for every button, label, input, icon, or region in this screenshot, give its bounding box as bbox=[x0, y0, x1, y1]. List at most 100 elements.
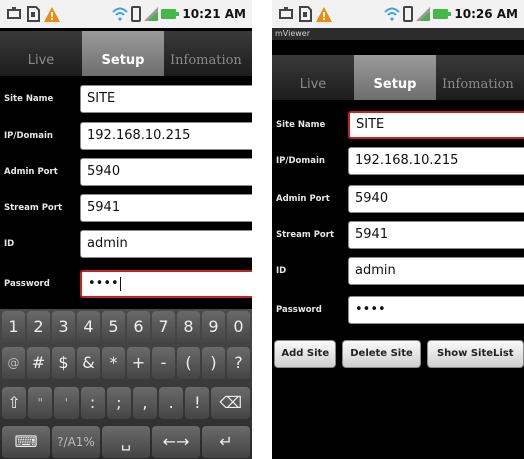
ip-domain-label: IP/Domain bbox=[4, 131, 53, 141]
key-6[interactable]: 6 bbox=[127, 311, 150, 343]
key-7[interactable]: 7 bbox=[152, 311, 175, 343]
id-input[interactable]: admin bbox=[80, 230, 252, 258]
key-dollar[interactable]: $ bbox=[52, 347, 75, 379]
password-label: Password bbox=[276, 305, 322, 315]
key-double-quote[interactable]: " bbox=[28, 387, 53, 419]
backspace-key-icon[interactable]: ⌫ bbox=[211, 387, 251, 419]
keyboard-row-symbols: @ # $ & * + - ( ) ? bbox=[2, 347, 250, 379]
key-mode-switch[interactable]: ?/A1% bbox=[52, 426, 100, 458]
id-row: ID admin bbox=[0, 229, 252, 259]
key-asterisk[interactable]: * bbox=[102, 347, 125, 379]
site-actions: Add Site Delete Site Show SiteList bbox=[274, 340, 524, 368]
id-input[interactable]: admin bbox=[348, 257, 524, 285]
key-3[interactable]: 3 bbox=[52, 311, 75, 343]
admin-port-row: Admin Port 5940 bbox=[0, 157, 252, 187]
show-sitelist-button[interactable]: Show SiteList bbox=[426, 340, 524, 368]
shift-key-icon[interactable]: ⇧ bbox=[2, 387, 27, 419]
key-colon[interactable]: : bbox=[80, 387, 105, 419]
key-8[interactable]: 8 bbox=[177, 311, 200, 343]
keyboard-row-punct: ⇧ " ' : ; , . ! ⌫ bbox=[2, 387, 251, 419]
key-open-paren[interactable]: ( bbox=[177, 347, 200, 379]
tab-bar: Live Setup Infomation bbox=[272, 55, 524, 100]
stream-port-row: Stream Port 5941 bbox=[272, 220, 524, 250]
site-name-label: Site Name bbox=[4, 94, 54, 104]
tab-setup[interactable]: Setup bbox=[354, 55, 436, 100]
key-2[interactable]: 2 bbox=[27, 311, 50, 343]
key-ampersand[interactable]: & bbox=[77, 347, 100, 379]
status-time: 10:21 AM bbox=[182, 7, 246, 21]
cursor-arrows-key[interactable]: ←→ bbox=[152, 426, 200, 458]
keyboard-settings-icon[interactable]: ⌨ bbox=[2, 426, 50, 458]
ip-domain-input[interactable]: 192.168.10.215 bbox=[80, 122, 252, 150]
password-input[interactable]: •••• bbox=[80, 270, 252, 298]
admin-port-label: Admin Port bbox=[276, 194, 330, 204]
key-close-paren[interactable]: ) bbox=[202, 347, 225, 379]
status-bar: 10:26 AM bbox=[272, 0, 524, 28]
key-minus[interactable]: - bbox=[152, 347, 175, 379]
vibrate-icon bbox=[131, 6, 142, 22]
text-cursor bbox=[119, 276, 121, 291]
tab-live[interactable]: Live bbox=[0, 31, 82, 76]
signal-icon bbox=[416, 7, 431, 21]
admin-port-input[interactable]: 5940 bbox=[348, 185, 524, 213]
keyboard-row-digits: 1 2 3 4 5 6 7 8 9 0 bbox=[2, 311, 250, 343]
usb-icon bbox=[279, 7, 293, 19]
ip-domain-input[interactable]: 192.168.10.215 bbox=[348, 147, 524, 175]
key-period[interactable]: . bbox=[159, 387, 184, 419]
key-4[interactable]: 4 bbox=[77, 311, 100, 343]
delete-site-button[interactable]: Delete Site bbox=[342, 340, 421, 368]
key-0[interactable]: 0 bbox=[227, 311, 250, 343]
password-row: Password •••• bbox=[272, 295, 524, 325]
warning-icon bbox=[44, 6, 60, 22]
tab-bar: Live Setup Infomation bbox=[0, 31, 252, 76]
status-bar: 10:21 AM bbox=[0, 0, 252, 28]
key-plus[interactable]: + bbox=[127, 347, 150, 379]
tab-setup[interactable]: Setup bbox=[82, 31, 164, 76]
tab-infomation[interactable]: Infomation bbox=[164, 31, 252, 76]
app-title-bar: mViewer bbox=[272, 28, 524, 40]
vibrate-icon bbox=[403, 6, 414, 22]
site-name-input[interactable]: SITE bbox=[80, 85, 252, 113]
id-row: ID admin bbox=[272, 256, 524, 286]
key-hash[interactable]: # bbox=[27, 347, 50, 379]
tab-live[interactable]: Live bbox=[272, 55, 354, 100]
site-name-input[interactable]: SITE bbox=[348, 111, 524, 139]
password-input[interactable]: •••• bbox=[348, 296, 524, 324]
key-1[interactable]: 1 bbox=[2, 311, 25, 343]
site-name-row: Site Name SITE bbox=[0, 84, 252, 114]
key-comma[interactable]: , bbox=[132, 387, 158, 419]
signal-icon bbox=[144, 7, 159, 21]
site-name-row: Site Name SITE bbox=[272, 110, 524, 140]
key-semicolon[interactable]: ; bbox=[106, 387, 131, 419]
site-name-label: Site Name bbox=[276, 120, 326, 130]
add-site-button[interactable]: Add Site bbox=[274, 340, 337, 368]
key-at[interactable]: @ bbox=[2, 347, 25, 379]
app-title: mViewer bbox=[275, 29, 310, 38]
admin-port-label: Admin Port bbox=[4, 167, 58, 177]
tab-infomation[interactable]: Infomation bbox=[436, 55, 524, 100]
battery-icon bbox=[433, 9, 452, 19]
enter-key-icon[interactable]: ↵ bbox=[202, 426, 250, 458]
key-9[interactable]: 9 bbox=[202, 311, 225, 343]
keyboard-row-bottom: ⌨ ?/A1% ␣ ←→ ↵ bbox=[2, 426, 250, 458]
space-key[interactable]: ␣ bbox=[102, 426, 150, 458]
key-exclamation[interactable]: ! bbox=[185, 387, 210, 419]
sd-card-icon bbox=[27, 6, 40, 22]
usb-icon bbox=[7, 7, 21, 19]
id-label: ID bbox=[4, 239, 15, 249]
key-5[interactable]: 5 bbox=[102, 311, 125, 343]
warning-icon bbox=[316, 6, 332, 22]
stream-port-label: Stream Port bbox=[276, 230, 335, 240]
stream-port-input[interactable]: 5941 bbox=[348, 221, 524, 249]
ip-domain-row: IP/Domain 192.168.10.215 bbox=[0, 121, 252, 151]
wifi-icon bbox=[384, 7, 401, 21]
stream-port-input[interactable]: 5941 bbox=[80, 194, 252, 222]
key-single-quote[interactable]: ' bbox=[54, 387, 79, 419]
sd-card-icon bbox=[299, 6, 312, 22]
admin-port-input[interactable]: 5940 bbox=[80, 158, 252, 186]
key-question[interactable]: ? bbox=[227, 347, 250, 379]
stream-port-label: Stream Port bbox=[4, 203, 63, 213]
id-label: ID bbox=[276, 266, 287, 276]
phone-screen-right: 10:26 AM mViewer Live Setup Infomation S… bbox=[272, 0, 524, 459]
password-row: Password •••• bbox=[0, 269, 252, 299]
